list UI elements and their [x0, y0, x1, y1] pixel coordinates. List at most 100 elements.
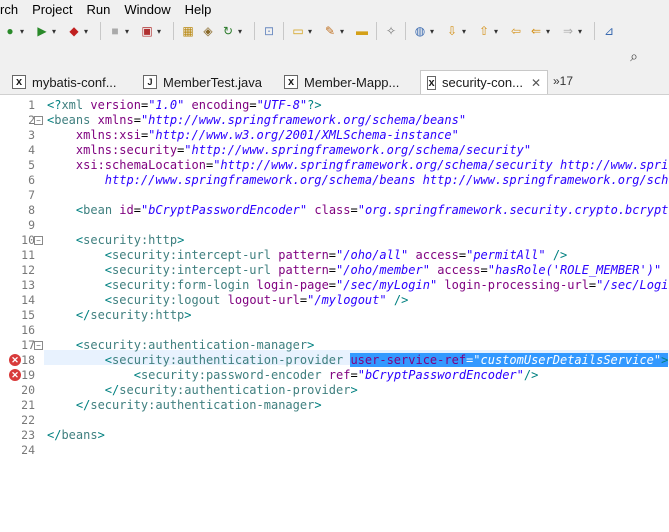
tab-member-test[interactable]: J MemberTest.java: [143, 70, 262, 94]
tab-security-config[interactable]: x security-con... ✕: [420, 70, 548, 94]
line-number: 7: [28, 188, 35, 202]
code-line: xsi:schemaLocation="http://www.springfra…: [75, 158, 669, 172]
code-line: <security:intercept-url pattern="/oho/me…: [104, 263, 669, 277]
code-line: xmlns:xsi="http://www.w3.org/2001/XMLSch…: [75, 128, 459, 142]
prev-annotation-icon[interactable]: ⇧: [476, 23, 492, 39]
line-number: 24: [21, 443, 35, 457]
line-number: 1: [28, 98, 35, 112]
secondary-toolbar: ⌕: [0, 44, 669, 68]
search-icon[interactable]: ⌕: [625, 47, 643, 65]
stop-icon[interactable]: ■: [107, 23, 123, 39]
line-number: 3: [28, 128, 35, 142]
forward-icon[interactable]: ⇒: [560, 23, 576, 39]
tab-label: mybatis-conf...: [32, 74, 117, 90]
menu-run[interactable]: Run: [87, 2, 119, 17]
last-edit-icon[interactable]: ⇦: [508, 23, 524, 39]
error-marker-icon[interactable]: ✕: [9, 354, 21, 366]
code-editor[interactable]: 1 2−3 4 5 6 7 8 9 10−11 12 13 14 15 16 17−18 ✕ 19 ✕ 20 21 22…: [0, 95, 669, 532]
code-line: <security:form-login login-page="/sec/my…: [104, 278, 669, 292]
chevron-down-icon[interactable]: ▾: [125, 27, 133, 36]
chevron-down-icon[interactable]: ▾: [20, 27, 28, 36]
code-line: <beans xmlns="http://www.springframework…: [47, 113, 467, 127]
new-class-icon[interactable]: ◈: [200, 23, 216, 39]
line-number: 11: [21, 248, 35, 262]
close-icon[interactable]: ✕: [531, 76, 541, 90]
chevron-down-icon[interactable]: ▾: [494, 27, 502, 36]
code-line: <?xml version="1.0" encoding="UTF-8"?>: [47, 98, 322, 112]
code-line: <security:authentication-provider user-s…: [104, 353, 669, 367]
chevron-down-icon[interactable]: ▾: [462, 27, 470, 36]
error-marker-icon[interactable]: ✕: [9, 369, 21, 381]
tab-label: security-con...: [442, 75, 523, 90]
tab-member-mapper[interactable]: x Member-Mapp...: [284, 70, 399, 94]
tab-label: MemberTest.java: [163, 74, 262, 90]
line-number: 15: [21, 308, 35, 322]
new-package-icon[interactable]: ▦: [180, 23, 196, 39]
line-number: 2: [28, 113, 35, 127]
line-number: 10: [21, 233, 35, 247]
refresh-icon[interactable]: ↻: [220, 23, 236, 39]
line-number: 16: [21, 323, 35, 337]
line-number: 8: [28, 203, 35, 217]
toolbar-separator: [405, 22, 406, 40]
chevron-down-icon[interactable]: ▾: [430, 27, 438, 36]
line-number: 17: [21, 338, 35, 352]
code-line: xmlns:security="http://www.springframewo…: [75, 143, 532, 157]
code-line: http://www.springframework.org/schema/be…: [104, 173, 669, 187]
code-line: </beans>: [47, 428, 105, 442]
line-number-gutter: 1 2−3 4 5 6 7 8 9 10−11 12 13 14 15 16 17−18 ✕ 19 ✕ 20 21 22…: [0, 95, 44, 532]
tab-label: Member-Mapp...: [304, 74, 400, 90]
line-number: 23: [21, 428, 35, 442]
toolbar-separator: [376, 22, 377, 40]
line-number: 5: [28, 158, 35, 172]
chevron-down-icon[interactable]: ▾: [546, 27, 554, 36]
debug-icon[interactable]: ●: [2, 23, 18, 39]
menu-help[interactable]: Help: [185, 2, 220, 17]
menu-project[interactable]: Project: [32, 2, 80, 17]
java-file-icon: J: [143, 75, 157, 89]
fold-toggle-icon[interactable]: −: [34, 116, 43, 125]
back-icon[interactable]: ⇐: [528, 23, 544, 39]
chevron-down-icon[interactable]: ▾: [84, 27, 92, 36]
coverage-icon[interactable]: ◆: [66, 23, 82, 39]
menubar: rch Project Run Window Help: [0, 0, 669, 18]
code-line: <bean id="bCryptPasswordEncoder" class="…: [75, 203, 669, 217]
next-annotation-icon[interactable]: ⇩: [444, 23, 460, 39]
line-number: 6: [28, 173, 35, 187]
line-number: 12: [21, 263, 35, 277]
pin-editor-icon[interactable]: ⊿: [601, 23, 617, 39]
code-line: <security:password-encoder ref="bCryptPa…: [133, 368, 539, 382]
main-toolbar: ● ▾ ▶ ▾ ◆ ▾ ■ ▾ ▣ ▾ ▦ ◈ ↻ ▾ ⊡ ▭ ▾ ✎ ▾ ▬ ✧ ◍ ▾ ⇩ ▾ …: [0, 18, 669, 44]
menu-window[interactable]: Window: [124, 2, 178, 17]
chevron-down-icon[interactable]: ▾: [308, 27, 316, 36]
open-type-icon[interactable]: ⊡: [261, 23, 277, 39]
chevron-down-icon[interactable]: ▾: [238, 27, 246, 36]
menu-search[interactable]: rch: [0, 2, 26, 17]
tab-overflow-button[interactable]: »17: [553, 74, 573, 88]
xml-file-icon: x: [284, 75, 298, 89]
chevron-down-icon[interactable]: ▾: [157, 27, 165, 36]
folder-icon[interactable]: ▬: [354, 23, 370, 39]
task-icon[interactable]: ✧: [383, 23, 399, 39]
toolbar-separator: [594, 22, 595, 40]
line-number: 13: [21, 278, 35, 292]
code-line: <security:authentication-manager>: [75, 338, 315, 352]
globe-icon[interactable]: ◍: [412, 23, 428, 39]
code-line: </security:authentication-provider>: [104, 383, 358, 397]
tab-mybatis-config[interactable]: x mybatis-conf...: [12, 70, 117, 94]
pen-icon[interactable]: ✎: [322, 23, 338, 39]
open-folder-icon[interactable]: ▭: [290, 23, 306, 39]
run-icon[interactable]: ▶: [34, 23, 50, 39]
chevron-down-icon[interactable]: ▾: [52, 27, 60, 36]
line-number: 4: [28, 143, 35, 157]
line-number: 14: [21, 293, 35, 307]
toolbar-separator: [100, 22, 101, 40]
fold-toggle-icon[interactable]: −: [34, 236, 43, 245]
chevron-down-icon[interactable]: ▾: [578, 27, 586, 36]
external-tools-icon[interactable]: ▣: [139, 23, 155, 39]
code-line: </security:http>: [75, 308, 192, 322]
line-number: 20: [21, 383, 35, 397]
chevron-down-icon[interactable]: ▾: [340, 27, 348, 36]
line-number: 22: [21, 413, 35, 427]
fold-toggle-icon[interactable]: −: [34, 341, 43, 350]
